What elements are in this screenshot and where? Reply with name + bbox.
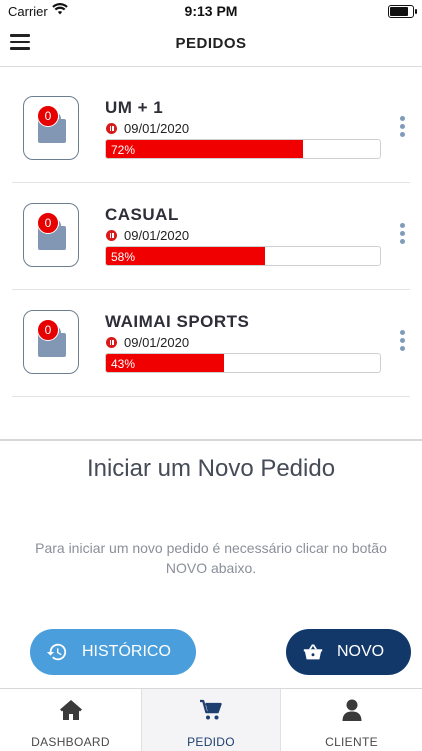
history-button[interactable]: HISTÓRICO xyxy=(30,629,196,675)
order-icon-box: 0 xyxy=(23,310,79,374)
order-progress-label: 58% xyxy=(111,250,136,264)
order-list: 0 UM + 1 09/01/2020 72% 0 CASUAL 09/01/2… xyxy=(0,76,422,397)
home-icon xyxy=(59,700,82,720)
status-bar: Carrier 9:13 PM xyxy=(0,0,422,22)
pause-status-icon xyxy=(106,123,117,134)
tab-pedido[interactable]: PEDIDO xyxy=(141,689,281,751)
order-badge: 0 xyxy=(37,319,59,341)
pause-status-icon xyxy=(106,230,117,241)
order-name: CASUAL xyxy=(105,205,179,224)
order-badge: 0 xyxy=(37,105,59,127)
tab-dashboard[interactable]: DASHBOARD xyxy=(0,689,141,751)
more-options-icon[interactable] xyxy=(400,223,406,247)
history-icon xyxy=(46,643,67,661)
order-item[interactable]: 0 UM + 1 09/01/2020 72% xyxy=(12,76,410,183)
tab-label: CLIENTE xyxy=(325,735,378,749)
order-item[interactable]: 0 CASUAL 09/01/2020 58% xyxy=(12,183,410,290)
order-date: 09/01/2020 xyxy=(124,121,190,136)
order-progress-fill: 72% xyxy=(106,140,304,158)
order-progress-fill: 43% xyxy=(106,354,224,372)
bottom-tab-bar: DASHBOARD PEDIDO CLIENTE xyxy=(0,688,422,751)
new-order-description: Para iniciar um novo pedido é necessário… xyxy=(35,540,387,576)
order-progress-bar: 43% xyxy=(105,353,381,373)
pause-status-icon xyxy=(106,337,117,348)
more-options-icon[interactable] xyxy=(400,330,406,354)
order-name: WAIMAI SPORTS xyxy=(105,312,250,331)
user-icon xyxy=(342,699,361,721)
order-progress-label: 72% xyxy=(111,143,136,157)
tab-label: PEDIDO xyxy=(187,735,235,749)
order-name: UM + 1 xyxy=(105,98,164,117)
page-title: PEDIDOS xyxy=(175,35,247,52)
order-icon-box: 0 xyxy=(23,96,79,160)
order-item[interactable]: 0 WAIMAI SPORTS 09/01/2020 43% xyxy=(12,290,410,397)
cart-icon xyxy=(200,699,222,720)
tab-cliente[interactable]: CLIENTE xyxy=(281,689,422,751)
more-options-icon[interactable] xyxy=(400,116,406,140)
order-date: 09/01/2020 xyxy=(124,335,190,350)
order-icon-box: 0 xyxy=(23,203,79,267)
battery-icon xyxy=(388,5,417,18)
basket-icon xyxy=(303,644,323,660)
order-progress-bar: 72% xyxy=(105,139,381,159)
clock: 9:13 PM xyxy=(184,3,238,19)
order-progress-label: 43% xyxy=(111,357,136,371)
new-order-button-label: NOVO xyxy=(337,643,385,660)
order-date: 09/01/2020 xyxy=(124,228,190,243)
new-order-title: Iniciar um Novo Pedido xyxy=(86,455,336,482)
history-button-label: HISTÓRICO xyxy=(82,643,171,660)
section-divider xyxy=(0,439,422,441)
tab-label: DASHBOARD xyxy=(31,735,110,749)
order-progress-bar: 58% xyxy=(105,246,381,266)
order-badge: 0 xyxy=(37,212,59,234)
order-progress-fill: 58% xyxy=(106,247,265,265)
header: PEDIDOS xyxy=(0,22,422,67)
new-order-button[interactable]: NOVO xyxy=(286,629,411,675)
